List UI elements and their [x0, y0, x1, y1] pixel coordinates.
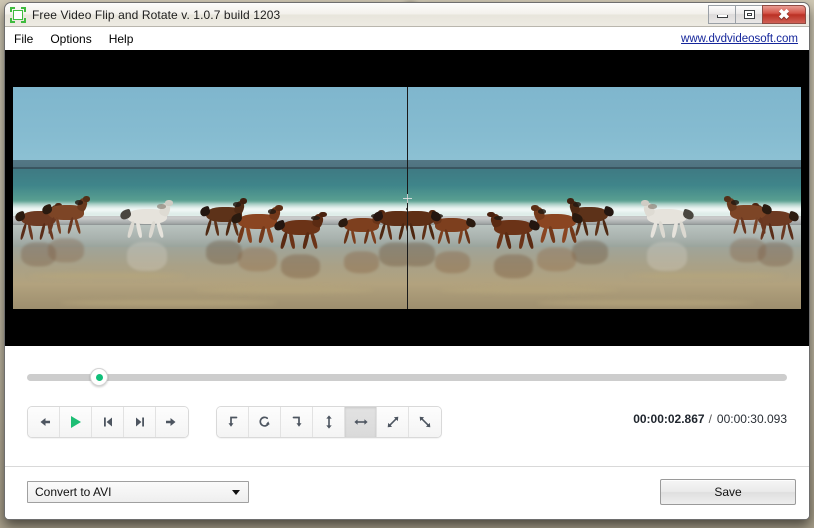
- flip-vertical-button[interactable]: [313, 407, 345, 437]
- website-link[interactable]: www.dvdvideosoft.com: [681, 33, 798, 45]
- horse: [344, 218, 379, 245]
- flip-diagonal-button[interactable]: [377, 407, 409, 437]
- menu-item-file[interactable]: File: [14, 30, 42, 48]
- playback-button-group: [27, 406, 189, 438]
- horse-reflection: [573, 240, 608, 264]
- seek-bar[interactable]: [27, 366, 787, 388]
- horse-reflection: [435, 251, 470, 273]
- save-button-label: Save: [714, 485, 741, 499]
- horse: [238, 214, 277, 243]
- video-half-original: [13, 87, 407, 309]
- chevron-down-icon: [232, 490, 240, 495]
- arrow-left-right-icon: [353, 414, 369, 430]
- arrow-diagonal-down-icon: [417, 414, 433, 430]
- horse-reflection: [281, 254, 320, 278]
- play-button[interactable]: [60, 407, 92, 437]
- step-backward-button[interactable]: [28, 407, 60, 437]
- controls-panel: 00:00:02.867 / 00:00:30.093 Convert to AVI…: [5, 346, 809, 520]
- minimize-icon: [717, 15, 728, 18]
- window-controls: ✖: [708, 4, 806, 24]
- horse-reflection: [344, 251, 379, 273]
- arrow-up-down-icon: [321, 414, 337, 430]
- horse: [407, 211, 435, 240]
- menu-item-options[interactable]: Options: [50, 30, 100, 48]
- play-icon: [69, 415, 82, 429]
- seek-track[interactable]: [27, 374, 787, 381]
- horse-reflection: [730, 238, 765, 262]
- horse-reflection: [127, 242, 166, 271]
- menu-item-help[interactable]: Help: [109, 30, 143, 48]
- rotate-clockwise-icon: [289, 414, 305, 430]
- seek-handle-dot: [96, 374, 103, 381]
- desktop-background: Free Video Flip and Rotate v. 1.0.7 buil…: [0, 0, 814, 528]
- arrow-left-icon: [37, 416, 51, 428]
- horse: [435, 218, 470, 245]
- menu-bar: File Options Help www.dvdvideosoft.com: [5, 28, 809, 50]
- output-format-select[interactable]: Convert to AVI: [27, 481, 249, 503]
- app-logo-icon: [10, 7, 26, 23]
- maximize-icon: [744, 10, 755, 19]
- current-time: 00:00:02.867: [633, 412, 704, 426]
- arrow-diagonal-up-icon: [385, 414, 401, 430]
- horse-reflection: [379, 242, 407, 266]
- close-icon: ✖: [778, 7, 790, 21]
- horse: [48, 205, 83, 234]
- horse-reflection: [238, 247, 277, 271]
- rotate-counterclockwise-icon: [225, 414, 241, 430]
- client-area: File Options Help www.dvdvideosoft.com: [5, 27, 809, 519]
- video-frame: [13, 87, 801, 309]
- skip-next-icon: [134, 416, 146, 428]
- video-preview[interactable]: [5, 50, 809, 346]
- timecode-display: 00:00:02.867 / 00:00:30.093: [633, 412, 787, 426]
- horse-white: [647, 209, 686, 238]
- horse: [494, 220, 533, 249]
- next-frame-button[interactable]: [124, 407, 156, 437]
- maximize-button[interactable]: [735, 5, 763, 24]
- section-divider: [5, 466, 809, 467]
- total-time: 00:00:30.093: [717, 412, 787, 426]
- horse: [730, 205, 765, 234]
- time-separator: /: [709, 412, 712, 426]
- skip-previous-icon: [102, 416, 114, 428]
- flip-horizontal-button[interactable]: [345, 407, 377, 437]
- center-crosshair-icon: [403, 194, 412, 203]
- transform-button-group: [216, 406, 442, 438]
- horse-reflection: [537, 247, 576, 271]
- application-window: Free Video Flip and Rotate v. 1.0.7 buil…: [4, 2, 810, 520]
- horse-reflection: [48, 238, 83, 262]
- save-button[interactable]: Save: [660, 479, 796, 505]
- horse-reflection: [407, 242, 435, 266]
- horse-reflection: [206, 240, 241, 264]
- close-button[interactable]: ✖: [762, 5, 806, 24]
- arrow-right-icon: [165, 416, 179, 428]
- video-half-mirrored: [407, 87, 801, 309]
- rotate-loop-icon: [257, 414, 273, 430]
- horse: [537, 214, 576, 243]
- output-format-value: Convert to AVI: [35, 485, 111, 499]
- rotate-right-button[interactable]: [281, 407, 313, 437]
- rotate-left-button[interactable]: [217, 407, 249, 437]
- step-forward-button[interactable]: [156, 407, 188, 437]
- window-title: Free Video Flip and Rotate v. 1.0.7 buil…: [32, 8, 280, 22]
- horse-white: [127, 209, 166, 238]
- horse: [379, 211, 407, 240]
- title-bar: Free Video Flip and Rotate v. 1.0.7 buil…: [5, 3, 809, 27]
- seek-handle[interactable]: [90, 368, 108, 386]
- horse-reflection: [647, 242, 686, 271]
- horse-reflection: [494, 254, 533, 278]
- previous-frame-button[interactable]: [92, 407, 124, 437]
- minimize-button[interactable]: [708, 5, 736, 24]
- rotate-loop-button[interactable]: [249, 407, 281, 437]
- flip-antidiagonal-button[interactable]: [409, 407, 441, 437]
- horse: [281, 220, 320, 249]
